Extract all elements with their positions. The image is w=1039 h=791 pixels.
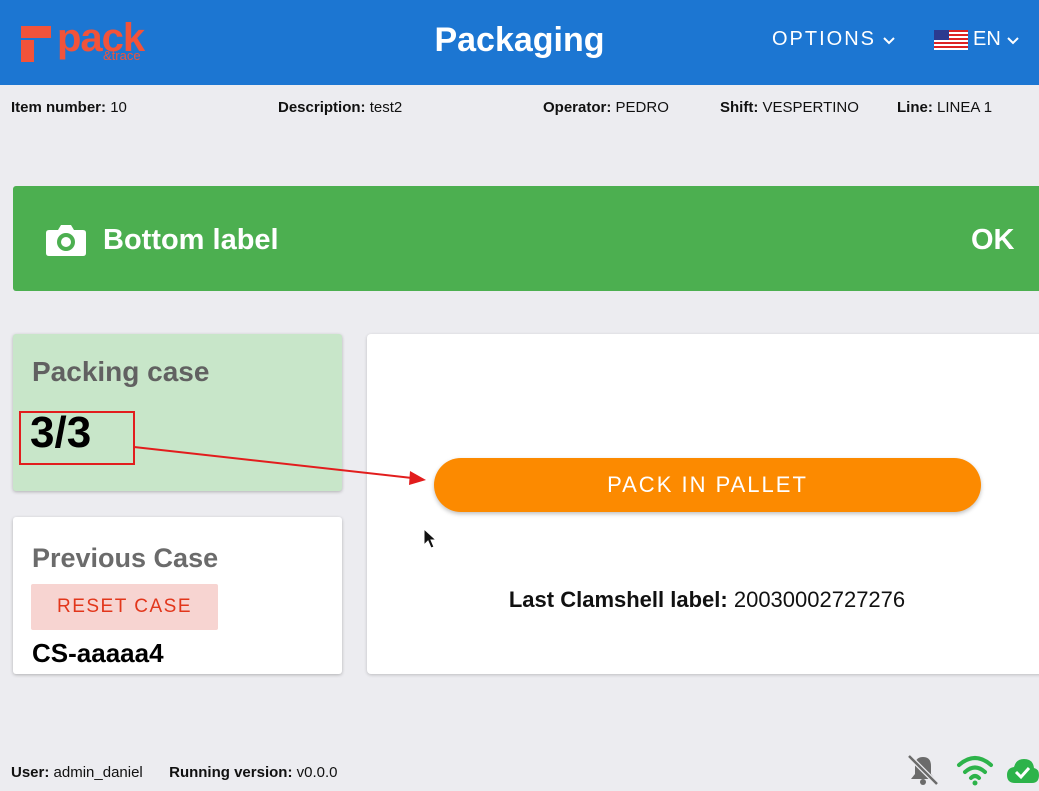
item-number-label: Item number: xyxy=(11,99,107,116)
footer-info: User: admin_daniel Running version: v0.0… xyxy=(11,764,338,781)
language-selector[interactable]: EN xyxy=(934,28,1020,51)
previous-case-code: CS-aaaaa4 xyxy=(32,638,164,668)
shift-label: Shift: xyxy=(720,99,759,116)
bottom-label-status: Bottom label OK xyxy=(13,186,1039,291)
status-value: OK xyxy=(971,224,1015,256)
main-panel: PACK IN PALLET Last Clamshell label: 200… xyxy=(367,334,1039,674)
item-number-value: 10 xyxy=(110,99,127,116)
user-value: admin_daniel xyxy=(53,764,143,781)
description-value: test2 xyxy=(369,99,403,116)
last-clamshell-label-title: Last Clamshell label: xyxy=(508,587,728,612)
line-value: LINEA 1 xyxy=(937,99,993,116)
shift: Shift: VESPERTINO xyxy=(720,99,859,116)
previous-case-title: Previous Case xyxy=(32,543,219,573)
us-flag-icon xyxy=(934,29,968,50)
line-label: Line: xyxy=(897,99,933,116)
app-header: pack &trace Packaging OPTIONS EN xyxy=(0,0,1039,85)
logo-subtitle: &trace xyxy=(103,48,141,63)
operator-value: PEDRO xyxy=(615,99,669,116)
packing-case-title: Packing case xyxy=(32,356,210,387)
last-clamshell-label-value: 20030002727276 xyxy=(733,587,906,612)
version-value: v0.0.0 xyxy=(296,764,338,781)
packing-case-card: Packing case 3/3 xyxy=(13,334,342,491)
user-label: User: xyxy=(11,764,50,781)
operator: Operator: PEDRO xyxy=(543,99,669,116)
packing-case-count: 3/3 xyxy=(30,408,92,457)
options-menu[interactable]: OPTIONS xyxy=(772,28,896,51)
description: Description: test2 xyxy=(278,99,402,116)
cloud-check-icon[interactable] xyxy=(1006,753,1039,787)
reset-case-button[interactable]: RESET CASE xyxy=(31,584,218,630)
camera-icon xyxy=(46,225,86,256)
logo-mark-icon xyxy=(21,26,51,62)
status-label: Bottom label xyxy=(103,224,279,256)
language-label: EN xyxy=(973,28,1001,50)
shift-value: VESPERTINO xyxy=(762,99,859,116)
chevron-down-icon xyxy=(883,36,895,44)
bell-off-icon[interactable] xyxy=(906,753,940,787)
previous-case-card: Previous Case RESET CASE CS-aaaaa4 xyxy=(13,517,342,674)
options-label: OPTIONS xyxy=(772,28,877,50)
operator-label: Operator: xyxy=(543,99,612,116)
app-logo[interactable]: pack &trace xyxy=(21,16,161,64)
version-label: Running version: xyxy=(169,764,293,781)
description-label: Description: xyxy=(278,99,366,116)
item-info-row: Item number: 10 Description: test2 Opera… xyxy=(0,99,1039,121)
pack-in-pallet-button[interactable]: PACK IN PALLET xyxy=(434,458,981,512)
wifi-icon[interactable] xyxy=(956,753,994,787)
chevron-down-icon xyxy=(1007,36,1019,44)
last-clamshell-label: Last Clamshell label: 20030002727276 xyxy=(367,587,1039,613)
mouse-cursor-icon xyxy=(423,528,438,549)
footer-status-icons xyxy=(906,753,1039,787)
item-number: Item number: 10 xyxy=(11,99,127,116)
line: Line: LINEA 1 xyxy=(897,99,992,116)
